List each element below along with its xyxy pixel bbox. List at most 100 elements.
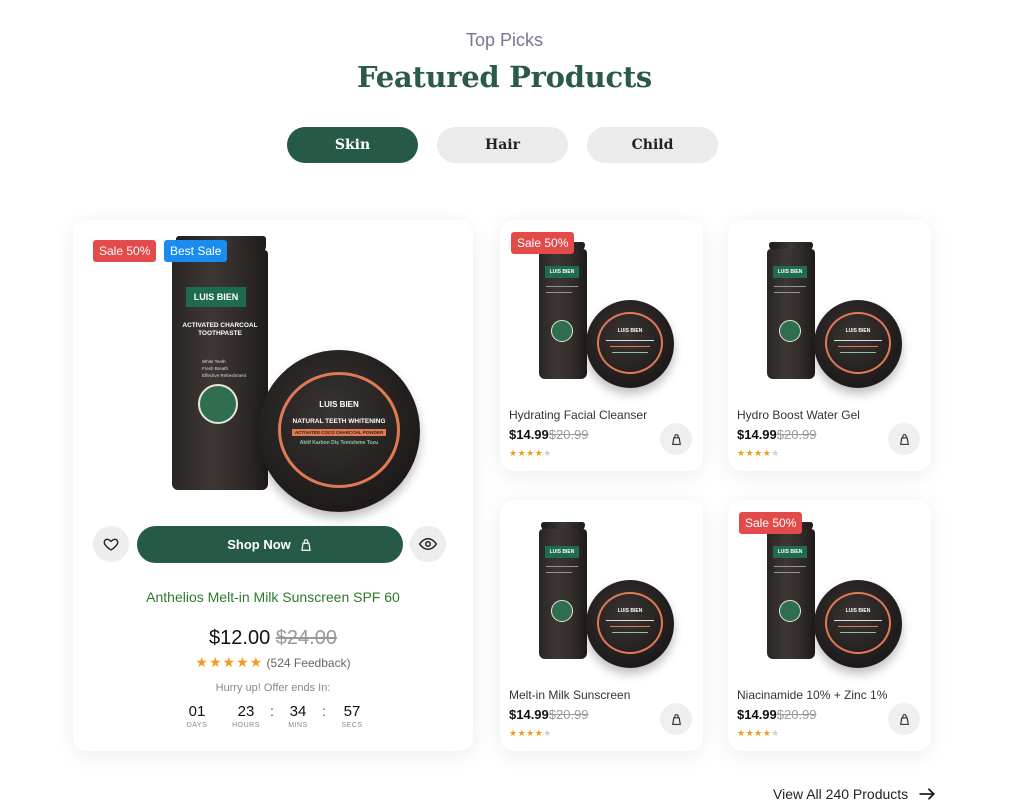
countdown-hours-label: HOURS [232, 722, 260, 729]
tube-emblem [551, 600, 573, 622]
product-image[interactable]: LUIS BIEN LUIS BIEN [536, 520, 676, 670]
add-to-cart-button[interactable] [660, 423, 692, 455]
countdown-days-label: DAYS [186, 722, 208, 729]
bag-icon [671, 433, 681, 445]
product-current-price: $14.99 [737, 707, 777, 722]
product-image[interactable]: LUIS BIEN LUIS BIEN [764, 520, 904, 670]
featured-old-price: $24.00 [275, 627, 337, 649]
jar-brand-label: LUIS BIEN [617, 328, 643, 334]
tab-skin[interactable]: Skin [287, 127, 418, 163]
featured-price: $12.00 $24.00 [73, 627, 473, 650]
product-name[interactable]: Niacinamide 10% + Zinc 1% [737, 688, 887, 702]
tab-hair[interactable]: Hair [437, 127, 568, 163]
product-rating: ★★★★★ [509, 448, 552, 459]
stars-filled: ★★★★ [509, 728, 544, 738]
heart-icon [103, 538, 119, 551]
countdown-hours: 23 [237, 703, 255, 720]
product-image[interactable]: LUIS BIEN LUIS BIEN [536, 240, 676, 390]
stars-empty: ★ [543, 728, 552, 738]
featured-feedback-count: (524 Feedback) [266, 656, 351, 670]
sale-badge: Sale 50% [93, 240, 157, 262]
tube-emblem [551, 320, 573, 342]
product-name[interactable]: Hydrating Facial Cleanser [509, 408, 647, 422]
countdown-separator: : [322, 703, 326, 719]
featured-product-name[interactable]: Anthelios Melt-in Milk Sunscreen SPF 60 [73, 589, 473, 605]
product-rating: ★★★★★ [509, 728, 552, 739]
tube-emblem [198, 384, 238, 424]
tube-brand-label: LUIS BIEN [186, 287, 246, 307]
stars-empty: ★ [543, 448, 552, 458]
best-sale-badge: Best Sale [164, 240, 228, 262]
product-current-price: $14.99 [509, 707, 549, 722]
wishlist-button[interactable] [93, 526, 129, 562]
product-current-price: $14.99 [509, 427, 549, 442]
stars-empty: ★ [771, 728, 780, 738]
view-all-products-link[interactable]: View All 240 Products [773, 786, 936, 802]
tube-bullet: Effective Refreshment [202, 373, 247, 378]
product-price: $14.99$20.99 [737, 707, 817, 722]
jar-brand-label: LUIS BIEN [845, 328, 871, 334]
tube-product-text: ACTIVATED CHARCOAL TOOTHPASTE [182, 322, 258, 337]
tab-child[interactable]: Child [587, 127, 718, 163]
bag-icon [899, 713, 909, 725]
add-to-cart-button[interactable] [888, 703, 920, 735]
product-name[interactable]: Melt-in Milk Sunscreen [509, 688, 630, 702]
section-title: Featured Products [357, 60, 652, 94]
tube-bullet-list: White Teeth Fresh Breath Effective Refre… [202, 358, 246, 379]
product-old-price: $20.99 [776, 707, 817, 722]
shop-now-label: Shop Now [227, 537, 291, 552]
countdown-days: 01 [188, 703, 206, 720]
arrow-right-icon [919, 788, 936, 800]
product-current-price: $14.99 [737, 427, 777, 442]
featured-rating: ★★★★★ (524 Feedback) [73, 654, 473, 671]
product-rating: ★★★★★ [737, 448, 780, 459]
jar-brand-label: LUIS BIEN [319, 400, 359, 409]
tube-bullet: Fresh Breath [202, 366, 229, 371]
product-name[interactable]: Hydro Boost Water Gel [737, 408, 860, 422]
add-to-cart-button[interactable] [888, 423, 920, 455]
product-rating: ★★★★★ [737, 728, 780, 739]
countdown-secs: 57 [343, 703, 361, 720]
bag-icon [300, 538, 311, 551]
sale-badge: Sale 50% [739, 512, 803, 534]
stars-empty: ★ [771, 448, 780, 458]
tube-brand-label: LUIS BIEN [545, 266, 579, 278]
product-old-price: $20.99 [776, 427, 817, 442]
jar-sub-text: Aktif Karbon Diş Temizleme Tozu [299, 440, 379, 446]
featured-stars: ★★★★★ [195, 654, 264, 670]
quick-view-button[interactable] [410, 526, 446, 562]
featured-current-price: $12.00 [209, 627, 271, 649]
offer-ends-label: Hurry up! Offer ends In: [215, 682, 331, 694]
jar-brand-label: LUIS BIEN [845, 608, 871, 614]
tube-brand-label: LUIS BIEN [773, 266, 807, 278]
stars-filled: ★★★★ [737, 728, 772, 738]
product-image[interactable]: LUIS BIEN LUIS BIEN [764, 240, 904, 390]
product-old-price: $20.99 [548, 707, 589, 722]
sale-badge: Sale 50% [511, 232, 575, 254]
stars-filled: ★★★★ [737, 448, 772, 458]
tube-bullet: White Teeth [202, 359, 226, 364]
shop-now-button[interactable]: Shop Now [137, 526, 403, 563]
bag-icon [899, 433, 909, 445]
eye-icon [419, 537, 437, 551]
tube-emblem [779, 600, 801, 622]
stars-filled: ★★★★ [509, 448, 544, 458]
jar-brand-label: LUIS BIEN [617, 608, 643, 614]
product-price: $14.99$20.99 [509, 427, 589, 442]
product-old-price: $20.99 [548, 427, 589, 442]
view-all-label: View All 240 Products [773, 786, 909, 802]
jar-band-text: ACTIVATED COCO CHARCOAL POWDER [292, 429, 386, 436]
product-price: $14.99$20.99 [509, 707, 589, 722]
countdown-mins: 34 [289, 703, 307, 720]
add-to-cart-button[interactable] [660, 703, 692, 735]
tube-emblem [779, 320, 801, 342]
countdown-mins-label: MINS [288, 722, 308, 729]
product-price: $14.99$20.99 [737, 427, 817, 442]
countdown-separator: : [270, 703, 274, 719]
featured-product-image[interactable]: LUIS BIEN ACTIVATED CHARCOAL TOOTHPASTE … [160, 232, 430, 512]
section-eyebrow: Top Picks [465, 30, 544, 50]
jar-title-text: NATURAL TEETH WHITENING [292, 418, 386, 425]
tube-brand-label: LUIS BIEN [773, 546, 807, 558]
bag-icon [671, 713, 681, 725]
countdown-secs-label: SECS [341, 722, 363, 729]
